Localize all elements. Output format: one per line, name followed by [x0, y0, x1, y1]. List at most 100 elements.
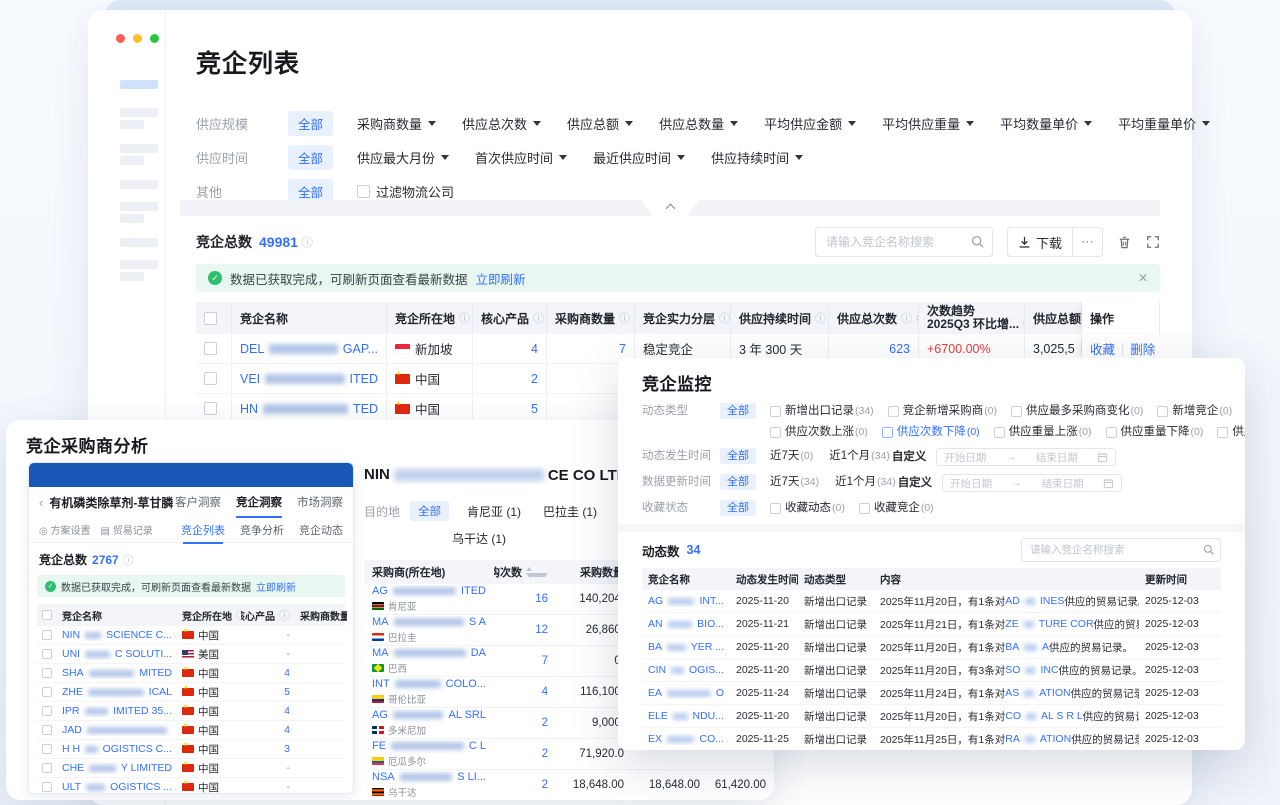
filter-item[interactable]: 平均供应金额 — [764, 114, 856, 133]
competitor-name-link[interactable]: ZHEICAL — [57, 686, 177, 698]
purchaser-name-link[interactable]: FEC L — [372, 740, 486, 752]
checkbox-icon[interactable] — [859, 503, 870, 514]
download-button[interactable]: 下载 — [1008, 233, 1072, 252]
fullscreen-button[interactable] — [1146, 235, 1160, 249]
checkbox-icon[interactable] — [42, 782, 52, 792]
close-alert-icon[interactable]: ✕ — [1138, 271, 1148, 285]
purchaser-name-link[interactable]: MADA — [372, 647, 486, 659]
checkbox-icon[interactable] — [888, 406, 899, 417]
subtab-竞企动态[interactable]: 竞企动态 — [299, 522, 343, 538]
competitor-name-link[interactable]: ULTOGISTICS ... — [57, 781, 177, 793]
destination-item[interactable]: 肯尼亚 (1) — [467, 503, 521, 520]
filter-item[interactable]: 首次供应时间 — [475, 148, 567, 167]
refresh-now-link[interactable]: 立即刷新 — [476, 269, 526, 288]
filter-item[interactable]: 过滤物流公司 — [357, 182, 454, 201]
filter-item[interactable]: 最近供应时间 — [593, 148, 685, 167]
favorite-button[interactable]: 收藏 — [1090, 339, 1115, 358]
core-products-count[interactable]: 5 — [241, 686, 295, 698]
competitor-name-link[interactable]: DELGAP... — [232, 334, 387, 363]
destination-item[interactable]: 乌干达 (1) — [452, 530, 506, 547]
core-products-count[interactable]: 4 — [241, 705, 295, 717]
time-option[interactable]: 近7天(34) — [770, 474, 819, 490]
core-products-count[interactable]: 5 — [473, 394, 547, 423]
filter-all-chip[interactable]: 全部 — [720, 403, 756, 419]
checkbox-icon[interactable] — [42, 668, 52, 678]
competitor-name-link[interactable]: ANBIO... — [642, 618, 730, 630]
competitor-name-link[interactable]: CINOGIS... — [642, 664, 730, 676]
checkbox-icon[interactable] — [770, 503, 781, 514]
core-products-count[interactable]: 4 — [241, 724, 295, 736]
checkbox-icon[interactable] — [42, 763, 52, 773]
sidebar-item[interactable] — [120, 272, 144, 281]
purchase-times-link[interactable]: 12 — [494, 624, 556, 636]
purchaser-name-link[interactable]: MAS A — [372, 616, 486, 628]
dynamic-type-checkbox[interactable]: 新增出口记录(34) — [770, 403, 874, 419]
filter-item[interactable]: 供应最大月份 — [357, 148, 449, 167]
checkbox-icon[interactable] — [42, 744, 52, 754]
sidebar-item[interactable] — [120, 214, 144, 223]
dynamic-type-checkbox[interactable]: 供应次数上涨(0) — [770, 424, 868, 440]
checkbox-icon[interactable] — [1011, 406, 1022, 417]
core-products-count[interactable]: 4 — [241, 667, 295, 679]
purchase-times-link[interactable]: 4 — [494, 686, 556, 698]
dynamic-type-checkbox[interactable]: 新增竞企(0) — [1157, 403, 1232, 419]
competitor-name-link[interactable]: IPRIMITED 35... — [57, 705, 177, 717]
purchaser-name-link[interactable]: AGAL SRL — [372, 709, 486, 721]
sidebar-item[interactable] — [120, 202, 158, 211]
filter-all-chip[interactable]: 全部 — [720, 500, 756, 516]
competitor-name-link[interactable]: AGINT... — [642, 595, 730, 607]
dynamic-type-checkbox[interactable]: 供应数量上涨(0) — [1217, 424, 1245, 440]
competitor-name-link[interactable]: NINSCIENCE C... — [57, 629, 177, 641]
filter-all-chip[interactable]: 全部 — [288, 111, 333, 136]
purchase-times-link[interactable]: 2 — [494, 717, 556, 729]
time-option[interactable]: 近1个月(34) — [829, 448, 890, 464]
checkbox-icon[interactable] — [204, 342, 217, 355]
competitor-name-link[interactable]: HNTED — [232, 394, 387, 423]
checkbox-icon[interactable] — [1157, 406, 1168, 417]
collapse-toggle[interactable] — [641, 200, 699, 216]
checkbox-icon[interactable] — [1217, 427, 1228, 438]
tool-方案设置[interactable]: ◎ 方案设置 — [39, 522, 91, 537]
back-icon[interactable]: ‹ — [39, 495, 43, 510]
filter-all-chip[interactable]: 全部 — [720, 474, 756, 490]
purchase-times-link[interactable]: 2 — [494, 779, 556, 791]
subtab-竞企列表[interactable]: 竞企列表 — [181, 522, 225, 538]
filter-item[interactable]: 供应总数量 — [659, 114, 738, 133]
checkbox-icon[interactable] — [204, 312, 217, 325]
filter-item[interactable]: 供应总次数 — [462, 114, 541, 133]
filter-item[interactable]: 平均数量单价 — [1000, 114, 1092, 133]
custom-range-label[interactable]: 自定义 — [898, 474, 933, 490]
competitor-name-link[interactable]: BAYER ... — [642, 641, 730, 653]
tab-竞企洞察[interactable]: 竞企洞察 — [236, 494, 282, 510]
purchaser-name-link[interactable]: AGITED — [372, 585, 486, 597]
time-option[interactable]: 近7天(0) — [770, 448, 813, 464]
dynamic-type-checkbox[interactable]: 收藏动态(0) — [770, 500, 845, 516]
checkbox-icon[interactable] — [882, 427, 893, 438]
purchase-times-link[interactable]: 2 — [494, 748, 556, 760]
checkbox-icon[interactable] — [770, 427, 781, 438]
checkbox-icon[interactable] — [770, 406, 781, 417]
custom-range-label[interactable]: 自定义 — [892, 448, 927, 464]
core-products-count[interactable]: - — [241, 781, 295, 793]
sidebar-item[interactable] — [120, 144, 158, 153]
purchaser-name-link[interactable]: NSAS LI... — [372, 771, 486, 783]
sidebar-item[interactable] — [120, 238, 158, 247]
checkbox-icon[interactable] — [204, 372, 217, 385]
filter-item[interactable]: 供应持续时间 — [711, 148, 803, 167]
checkbox-icon[interactable] — [42, 725, 52, 735]
destination-all-chip[interactable]: 全部 — [410, 501, 449, 521]
core-products-count[interactable]: - — [241, 648, 295, 660]
competitor-name-link[interactable]: EXCO... — [642, 733, 730, 745]
tab-市场洞察[interactable]: 市场洞察 — [297, 494, 343, 510]
checkbox-icon[interactable] — [42, 687, 52, 697]
sidebar-item[interactable] — [120, 120, 144, 129]
filter-item[interactable]: 采购商数量 — [357, 114, 436, 133]
competitor-name-link[interactable]: EAO — [642, 687, 730, 699]
subtab-竞争分析[interactable]: 竞争分析 — [240, 522, 284, 538]
purchase-times-link[interactable]: 7 — [494, 655, 556, 667]
dynamic-type-checkbox[interactable]: 供应重量下降(0) — [1106, 424, 1204, 440]
filter-item[interactable]: 供应总额 — [567, 114, 633, 133]
dynamic-type-checkbox[interactable]: 收藏竞企(0) — [859, 500, 934, 516]
purchaser-name-link[interactable]: INTCOLO... — [372, 678, 486, 690]
date-range-input[interactable]: 开始日期 → 结束日期 — [942, 474, 1122, 492]
